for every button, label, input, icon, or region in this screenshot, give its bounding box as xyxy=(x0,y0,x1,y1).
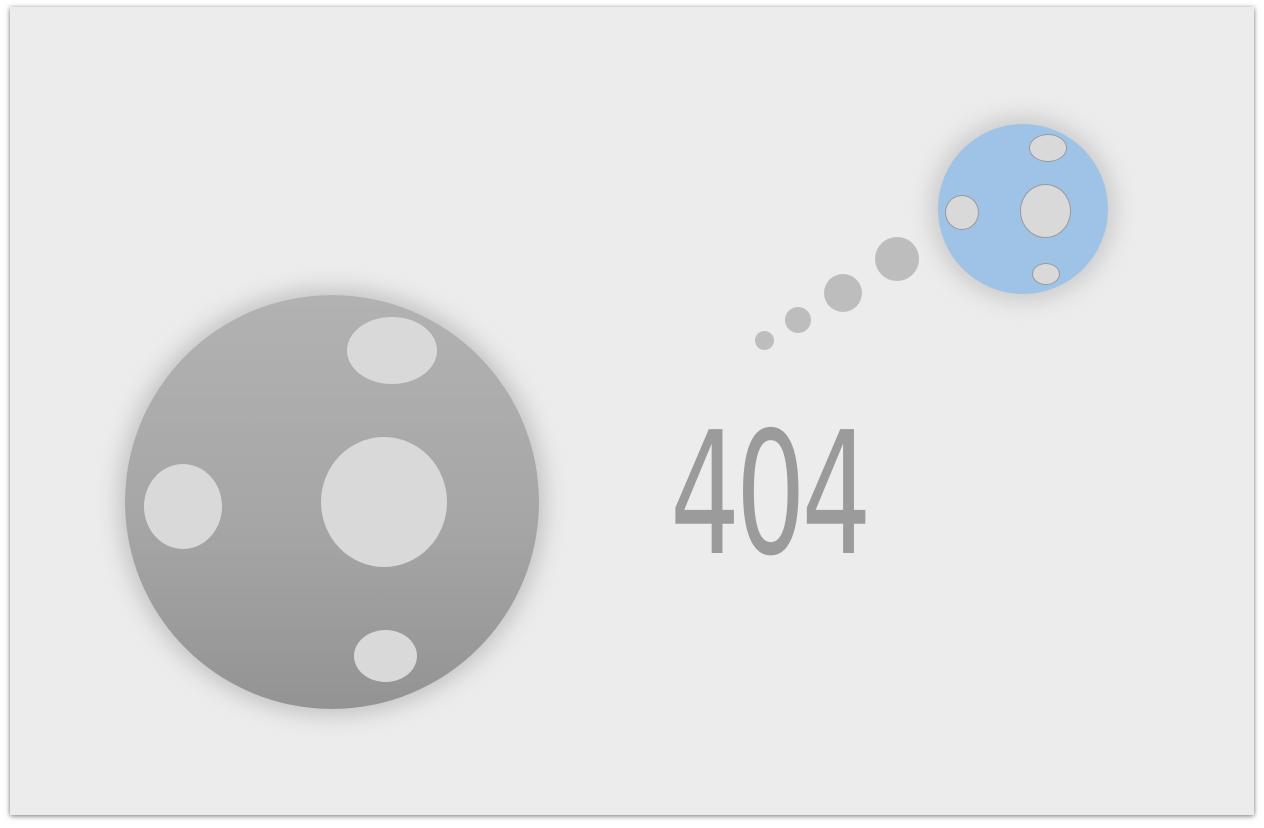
large-planet-illustration xyxy=(125,295,539,709)
trail-dot xyxy=(785,307,811,333)
error-page: 404 xyxy=(10,7,1254,815)
crater xyxy=(1029,134,1067,162)
crater xyxy=(1020,184,1071,238)
crater xyxy=(347,317,437,384)
crater xyxy=(1032,263,1060,285)
error-code-heading: 404 xyxy=(670,396,871,594)
crater xyxy=(144,464,222,549)
crater xyxy=(354,630,417,682)
crater xyxy=(321,437,447,567)
trail-dot xyxy=(875,237,919,281)
crater xyxy=(945,195,979,230)
trail-dot xyxy=(755,331,774,350)
small-planet-illustration xyxy=(938,124,1108,294)
trail-dot xyxy=(824,274,862,312)
